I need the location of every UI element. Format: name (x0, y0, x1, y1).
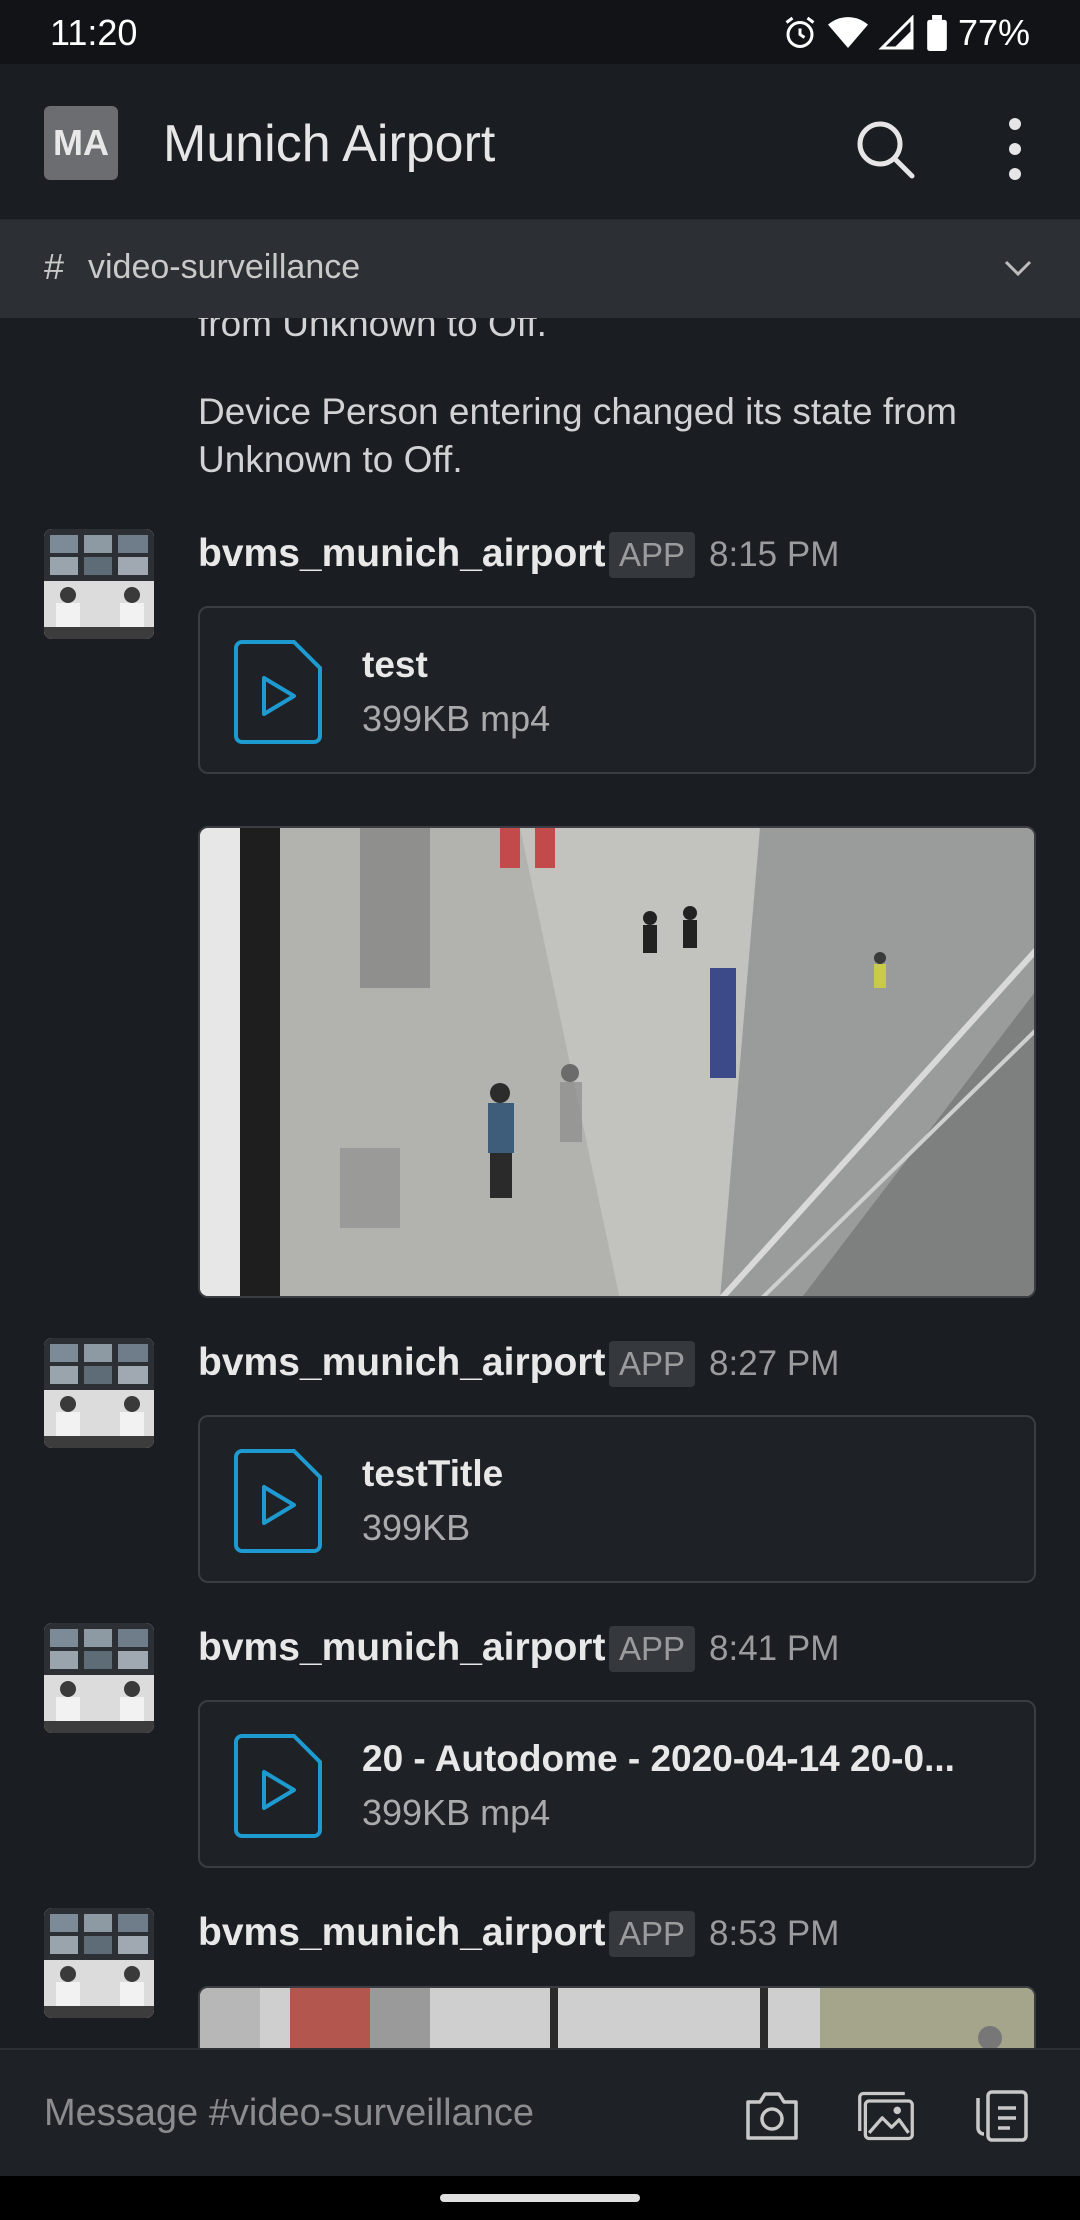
video-file-icon (234, 1734, 322, 1838)
bot-avatar[interactable] (44, 1338, 154, 1448)
battery-icon (927, 15, 947, 51)
system-nav-bar (0, 2176, 1080, 2220)
search-icon (857, 121, 915, 179)
alarm-icon (785, 16, 815, 48)
message-timestamp: 8:41 PM (709, 1629, 840, 1668)
sender-name[interactable]: bvms_munich_airport (198, 1911, 605, 1955)
home-gesture-handle[interactable] (440, 2194, 640, 2202)
more-options-button[interactable] (990, 114, 1040, 184)
surveillance-image[interactable] (198, 826, 1036, 1298)
more-vertical-icon (1009, 118, 1021, 180)
chevron-down-icon[interactable] (1000, 250, 1036, 286)
file-meta: 399KB mp4 (362, 698, 551, 739)
airport-terminal-image (200, 828, 1034, 1296)
gallery-icon[interactable] (856, 2088, 916, 2144)
operators-avatar-image (44, 1338, 154, 1448)
app-badge: APP (609, 1626, 696, 1672)
message-text: Device Person entering changed its state… (198, 391, 957, 480)
status-time: 11:20 (50, 12, 138, 53)
message-timestamp: 8:27 PM (709, 1344, 840, 1383)
file-name: test (362, 644, 428, 685)
signal-icon (878, 15, 914, 50)
sender-name[interactable]: bvms_munich_airport (198, 532, 605, 576)
video-file-icon (234, 1449, 322, 1553)
surveillance-image[interactable] (198, 1986, 1036, 2048)
message-timestamp: 8:53 PM (709, 1914, 840, 1953)
message-list[interactable]: from Unknown to Off. Device Person enter… (0, 318, 1080, 2048)
bot-avatar[interactable] (44, 1908, 154, 2018)
sender-name[interactable]: bvms_munich_airport (198, 1341, 605, 1385)
channel-name: video-surveillance (88, 248, 361, 286)
sender-name[interactable]: bvms_munich_airport (198, 1626, 605, 1670)
file-name: 20 - Autodome - 2020-04-14 20-0... (362, 1738, 955, 1779)
app-badge: APP (609, 1911, 696, 1957)
battery-level: 77% (957, 12, 1030, 53)
shortcuts-icon[interactable] (972, 2088, 1032, 2144)
channel-header[interactable]: # video-surveillance (0, 220, 1080, 318)
search-button[interactable] (850, 114, 920, 184)
channel-hash-icon: # (44, 246, 65, 287)
wifi-icon (827, 17, 868, 48)
file-meta: 399KB (362, 1507, 471, 1548)
camera-icon[interactable] (742, 2088, 802, 2144)
file-name: testTitle (362, 1453, 504, 1494)
file-attachment[interactable]: 20 - Autodome - 2020-04-14 20-0... 399KB… (198, 1700, 1036, 1868)
workspace-avatar[interactable]: MA (44, 106, 118, 180)
status-icons: 77% (782, 12, 1030, 54)
message-text-partial: from Unknown to Off. (198, 318, 547, 344)
message-composer: Message #video-surveillance (0, 2048, 1080, 2176)
file-attachment[interactable]: testTitle 399KB (198, 1415, 1036, 1583)
surveillance-image-preview (200, 1988, 1034, 2048)
bot-avatar[interactable] (44, 1623, 154, 1733)
operators-avatar-image (44, 1623, 154, 1733)
file-attachment[interactable]: test 399KB mp4 (198, 606, 1036, 774)
operators-avatar-image (44, 529, 154, 639)
status-bar: 11:20 77% (0, 0, 1080, 64)
app-badge: APP (609, 532, 696, 578)
message-input[interactable]: Message #video-surveillance (44, 2092, 534, 2135)
message-timestamp: 8:15 PM (709, 535, 840, 574)
file-meta: 399KB mp4 (362, 1792, 551, 1833)
workspace-title[interactable]: Munich Airport (163, 114, 495, 174)
app-bar: MA Munich Airport (0, 64, 1080, 220)
video-file-icon (234, 640, 322, 744)
app-badge: APP (609, 1341, 696, 1387)
bot-avatar[interactable] (44, 529, 154, 639)
operators-avatar-image (44, 1908, 154, 2018)
